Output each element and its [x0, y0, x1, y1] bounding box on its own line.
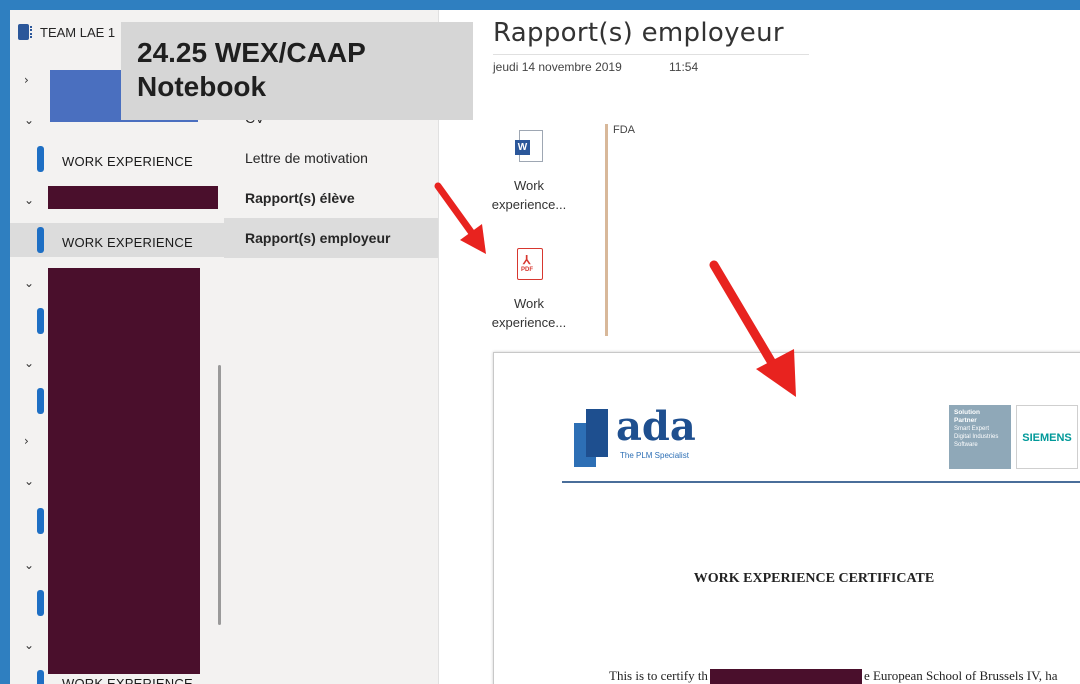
redacted-block: [48, 268, 200, 674]
partner-line: Partner: [954, 417, 977, 424]
partner-line: Software: [954, 442, 978, 448]
onenote-window: TEAM LAE 1 › ⌄ WORK EXPERIENCE ⌄ WORK EX…: [10, 10, 1080, 684]
page-item-student-reports[interactable]: Rapport(s) élève: [224, 178, 438, 218]
chevron-right-icon[interactable]: ›: [24, 434, 29, 448]
attachment-pdf[interactable]: ⅄ PDF Work experience...: [487, 248, 571, 332]
page-item-cover-letter[interactable]: Lettre de motivation: [224, 138, 438, 178]
partner-line: Solution: [954, 409, 980, 416]
siemens-logo: SIEMENS: [1016, 405, 1078, 469]
notebook-icon: [18, 24, 32, 40]
section-tab-marker: [37, 146, 44, 172]
section-item-active[interactable]: WORK EXPERIENCE: [10, 223, 224, 257]
page-item-employer-reports[interactable]: Rapport(s) employeur: [224, 218, 438, 258]
section-tab-marker: [37, 670, 44, 684]
chevron-down-icon[interactable]: ⌄: [24, 113, 34, 127]
redacted-block: [709, 668, 862, 684]
logo-tagline: The PLM Specialist: [620, 451, 689, 460]
chevron-down-icon[interactable]: ⌄: [24, 276, 34, 290]
body-text-end: e European School of Brussels IV, ha: [863, 668, 1058, 683]
pdf-file-icon: ⅄ PDF: [515, 248, 543, 282]
note-text[interactable]: FDA: [613, 124, 635, 136]
chevron-down-icon[interactable]: ⌄: [24, 638, 34, 652]
chevron-down-icon[interactable]: ⌄: [24, 558, 34, 572]
overlay-line-1: 24.25 WEX/CAAP: [137, 37, 366, 68]
chevron-right-icon[interactable]: ›: [24, 73, 29, 87]
section-tab-marker: [37, 590, 44, 616]
certificate-title: WORK EXPERIENCE CERTIFICATE: [693, 571, 935, 586]
section-label: WORK EXPERIENCE: [62, 676, 193, 684]
section-label: WORK EXPERIENCE: [62, 154, 193, 169]
note-bar: [605, 124, 608, 336]
redacted-block: [48, 186, 218, 209]
logo-word: ada: [616, 403, 696, 450]
scrollbar[interactable]: [218, 365, 221, 625]
chevron-down-icon[interactable]: ⌄: [24, 474, 34, 488]
partner-line: Digital Industries: [954, 434, 999, 440]
section-tab-marker: [37, 308, 44, 334]
attachment-label: experience...: [491, 315, 567, 330]
overlay-label: 24.25 WEX/CAAP Notebook: [121, 22, 473, 120]
section-item[interactable]: WORK EXPERIENCE: [10, 144, 224, 178]
page-time: 11:54: [669, 60, 699, 74]
chevron-down-icon[interactable]: ⌄: [24, 193, 34, 207]
title-underline: [493, 54, 809, 55]
word-file-icon: W: [515, 130, 543, 164]
ada-logo: ada The PLM Specialist: [574, 403, 696, 469]
letterhead-rule: [562, 481, 1080, 483]
overlay-line-2: Notebook: [137, 71, 267, 102]
section-tab-marker: [37, 227, 44, 253]
chevron-down-icon[interactable]: ⌄: [24, 356, 34, 370]
arrow-annotation: [434, 182, 486, 254]
body-text-start: This is to certify th: [609, 668, 708, 683]
section-tab-marker: [37, 508, 44, 534]
notebook-name: TEAM LAE 1: [40, 24, 116, 40]
solution-partner-badge: Solution Partner Smart Expert Digital In…: [949, 405, 1011, 469]
partner-line: Smart Expert: [954, 426, 990, 432]
section-tab-marker: [37, 388, 44, 414]
arrow-annotation: [709, 260, 796, 397]
attachment-label: Work: [513, 296, 545, 311]
page-date: jeudi 14 novembre 2019: [493, 60, 622, 74]
page-title[interactable]: Rapport(s) employeur: [493, 18, 784, 48]
section-label: WORK EXPERIENCE: [62, 235, 193, 250]
certificate-body: This is to certify th e European School o…: [609, 668, 1058, 684]
